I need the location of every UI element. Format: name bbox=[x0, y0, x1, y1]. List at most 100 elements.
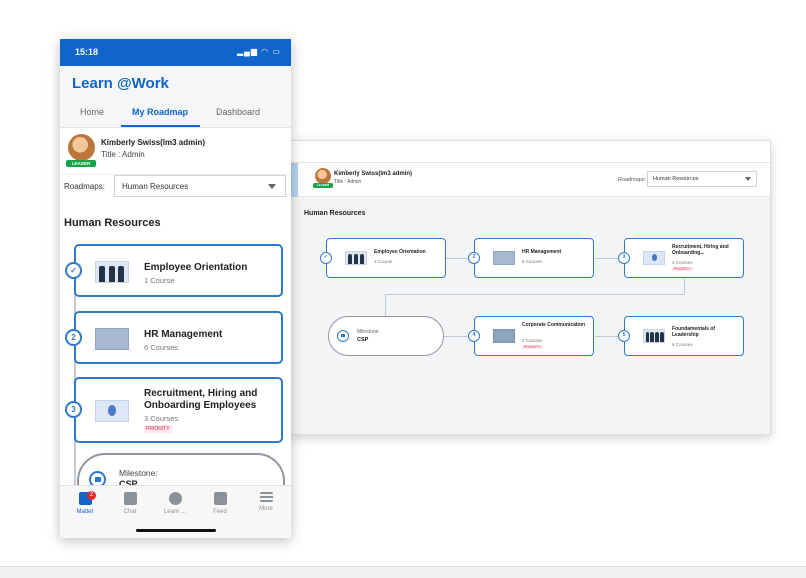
course-count: 6 Courses bbox=[522, 259, 543, 264]
step-number: 2 bbox=[65, 329, 82, 346]
mobile-phone: 15:18 ▂▄▆ ◠ ▭ Learn @Work Home My Roadma… bbox=[60, 39, 291, 538]
desktop-roadmap-value: Human Resources bbox=[653, 176, 699, 182]
home-indicator bbox=[136, 529, 216, 532]
desktop-course-card[interactable]: Recruitment, Hiring and Onboarding... 3 … bbox=[624, 238, 744, 278]
connector-line bbox=[684, 278, 685, 295]
nav-label: Feed bbox=[213, 509, 227, 515]
feed-icon bbox=[213, 492, 227, 505]
nav-label: Learn ... bbox=[163, 509, 186, 515]
nav-more[interactable]: More bbox=[246, 492, 286, 512]
active-tab-indicator bbox=[121, 125, 200, 127]
priority-badge: PRIORITY bbox=[144, 425, 172, 433]
course-thumbnail bbox=[493, 329, 515, 343]
priority-badge: PRIORITY bbox=[522, 345, 543, 349]
course-card[interactable]: Recruitment, Hiring and Onboarding Emplo… bbox=[74, 377, 283, 443]
desktop-course-card[interactable]: Employee Orientation 1 Course bbox=[326, 238, 446, 278]
tab-dashboard[interactable]: Dashboard bbox=[216, 107, 260, 117]
signal-wifi-battery-icon: ▂▄▆ ◠ ▭ bbox=[237, 47, 281, 56]
course-card[interactable]: Employee Orientation 1 Course bbox=[74, 244, 283, 297]
flag-icon bbox=[337, 330, 349, 342]
chevron-down-icon bbox=[268, 184, 276, 189]
milestone-label: Milestone: bbox=[119, 468, 158, 478]
learn-icon bbox=[168, 492, 182, 505]
course-count: 2 Courses bbox=[522, 338, 543, 343]
desktop-leader-badge: LEADER bbox=[313, 183, 333, 188]
chat-icon bbox=[123, 492, 137, 505]
avatar[interactable] bbox=[68, 134, 95, 161]
course-title: Employee Orientation bbox=[144, 262, 248, 273]
course-thumbnail bbox=[95, 328, 129, 350]
course-title: HR Management bbox=[522, 249, 562, 255]
roadmap-label: Roadmaps: bbox=[64, 182, 105, 191]
user-profile-box bbox=[60, 129, 291, 175]
connector-line bbox=[385, 294, 685, 295]
section-title: Human Resources bbox=[64, 217, 161, 229]
tab-my-roadmap[interactable]: My Roadmap bbox=[132, 107, 188, 117]
desktop-roadmap-label: Roadmaps: bbox=[618, 177, 647, 183]
desktop-section-title: Human Resources bbox=[304, 210, 366, 217]
course-title: HR Management bbox=[144, 329, 223, 340]
nav-matter[interactable]: Matter bbox=[65, 492, 105, 515]
course-thumbnail bbox=[643, 329, 665, 343]
step-number: 2 bbox=[468, 252, 480, 264]
desktop-course-card[interactable]: Corporate Communication 2 Courses PRIORI… bbox=[474, 316, 594, 356]
status-time: 15:18 bbox=[75, 47, 99, 57]
nav-feed[interactable]: Feed bbox=[200, 492, 240, 515]
milestone-value: CSP bbox=[357, 337, 369, 343]
course-count: 6 Courses bbox=[672, 342, 693, 347]
status-bar: 15:18 ▂▄▆ ◠ ▭ bbox=[60, 39, 291, 66]
desktop-top-bar bbox=[291, 141, 770, 163]
roadmap-value: Human Resources bbox=[122, 182, 189, 191]
leader-badge: LEADER bbox=[66, 160, 96, 167]
nav-learn[interactable]: Learn ... bbox=[155, 492, 195, 515]
step-number: 3 bbox=[618, 252, 630, 264]
nav-label: Chat bbox=[123, 509, 137, 515]
course-count: 3 Courses bbox=[144, 414, 179, 423]
desktop-avatar[interactable] bbox=[315, 168, 331, 184]
course-count: 1 Course bbox=[374, 259, 393, 264]
check-icon: ✓ bbox=[65, 262, 82, 279]
course-thumbnail bbox=[643, 251, 665, 265]
step-number: 5 bbox=[618, 330, 630, 342]
course-thumbnail bbox=[95, 261, 129, 283]
course-title: Employee Orientation bbox=[374, 249, 426, 255]
priority-badge: PRIORITY bbox=[672, 267, 693, 271]
desktop-course-card[interactable]: Foundamentals of Leadership 6 Courses bbox=[624, 316, 744, 356]
user-title: Title : Admin bbox=[101, 150, 145, 159]
desktop-user-title: Title : Admin bbox=[334, 179, 362, 185]
nav-chat[interactable]: Chat bbox=[110, 492, 150, 515]
desktop-window: LEADER Kimberly Swiss(lm3 admin) Title :… bbox=[290, 140, 771, 435]
course-title: Recruitment, Hiring and Onboarding... bbox=[672, 244, 729, 256]
chevron-down-icon bbox=[745, 177, 751, 181]
desktop-course-card[interactable]: HR Management 6 Courses bbox=[474, 238, 594, 278]
desktop-user-name: Kimberly Swiss(lm3 admin) bbox=[334, 171, 413, 177]
course-count: 6 Courses bbox=[144, 343, 179, 352]
course-card[interactable]: HR Management 6 Courses bbox=[74, 311, 283, 364]
course-count: 3 Courses bbox=[672, 260, 693, 265]
course-title: Recruitment, Hiring and Onboarding Emplo… bbox=[144, 388, 258, 411]
course-thumbnail bbox=[95, 400, 129, 422]
notification-badge: 2 bbox=[87, 491, 96, 500]
app-title: Learn @Work bbox=[72, 75, 169, 92]
course-title: Foundamentals of Leadership bbox=[672, 326, 716, 338]
screenshot-stage: LEADER Kimberly Swiss(lm3 admin) Title :… bbox=[0, 0, 806, 578]
menu-icon bbox=[259, 492, 273, 502]
nav-label: More bbox=[259, 506, 273, 512]
user-name: Kimberly Swiss(lm3 admin) bbox=[101, 138, 206, 147]
course-title: Corporate Communication bbox=[522, 322, 586, 328]
course-thumbnail bbox=[493, 251, 515, 265]
tab-home[interactable]: Home bbox=[80, 107, 104, 117]
roadmap-select[interactable]: Human Resources bbox=[114, 175, 286, 197]
desktop-milestone[interactable]: Milestone: CSP bbox=[328, 316, 444, 356]
course-thumbnail bbox=[345, 251, 367, 265]
desktop-side-accent bbox=[291, 163, 298, 197]
step-number: 3 bbox=[65, 401, 82, 418]
desktop-roadmap-select[interactable]: Human Resources bbox=[647, 171, 757, 187]
step-number: 4 bbox=[468, 330, 480, 342]
milestone-label: Milestone: bbox=[357, 329, 380, 335]
check-icon: ✓ bbox=[320, 252, 332, 264]
bottom-divider bbox=[0, 566, 806, 578]
connector-line bbox=[385, 294, 386, 316]
nav-label: Matter bbox=[76, 509, 94, 515]
course-count: 1 Course bbox=[144, 276, 175, 285]
